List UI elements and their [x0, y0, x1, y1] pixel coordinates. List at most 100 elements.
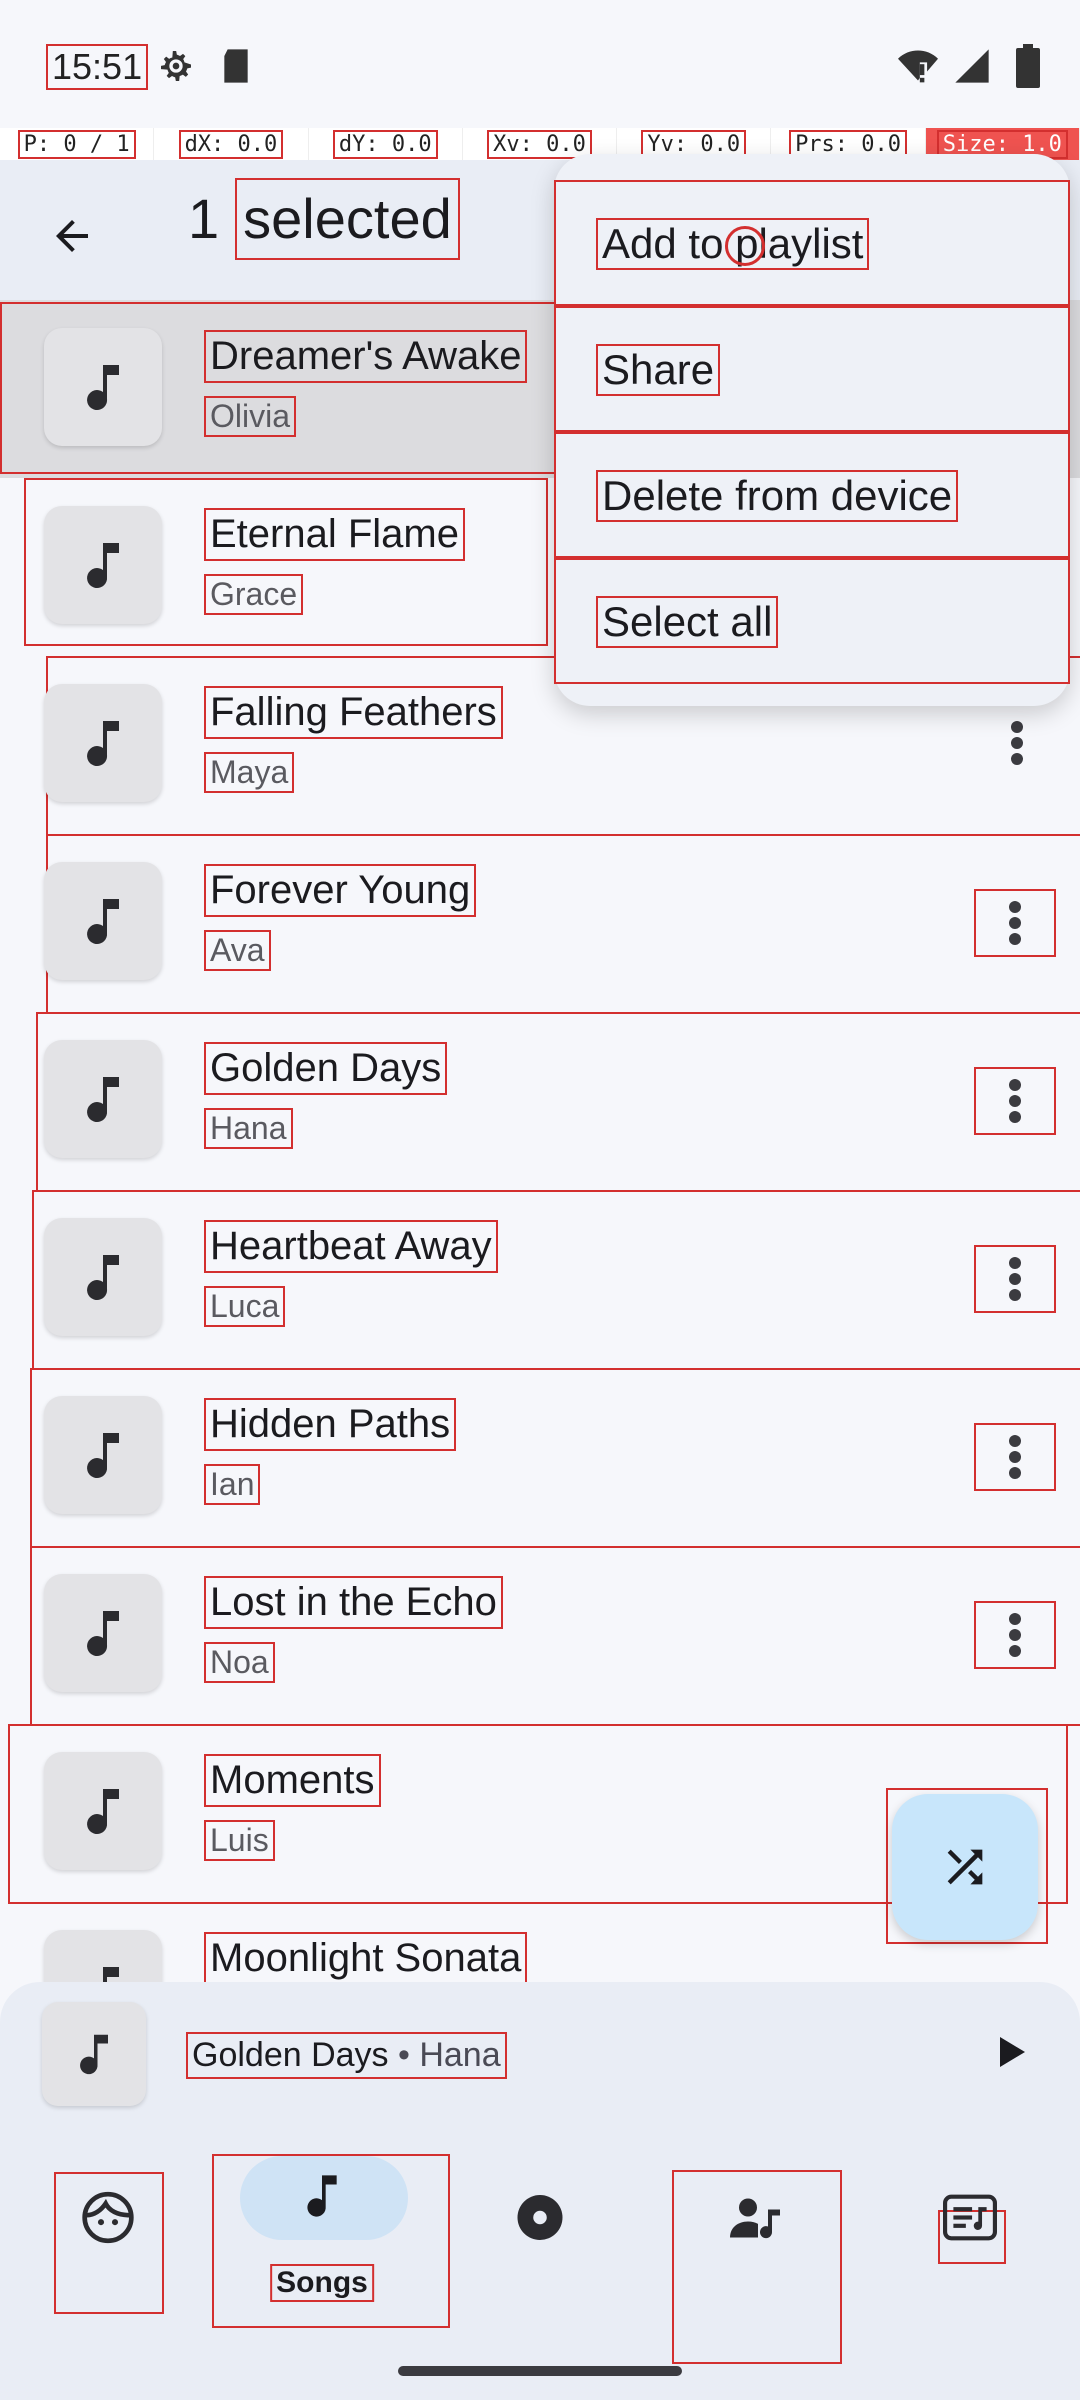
shuffle-icon: [947, 1849, 983, 1885]
music-note-icon: [87, 721, 119, 767]
settings-icon: [156, 46, 196, 91]
music-note-icon: [87, 1789, 119, 1835]
selection-count: 1: [188, 187, 220, 250]
now-playing-artist: Hana: [419, 2036, 501, 2074]
menu-item-label: Delete from device: [596, 470, 959, 522]
song-row-3[interactable]: Forever Young Ava: [0, 834, 1080, 1014]
song-thumbnail: [44, 1752, 162, 1870]
song-title: Golden Days: [204, 1042, 448, 1095]
music-note-icon: [80, 2034, 108, 2075]
song-more-button[interactable]: [974, 1601, 1056, 1669]
gesture-handle[interactable]: [398, 2366, 682, 2376]
song-thumbnail: [44, 684, 162, 802]
nav-item-albums[interactable]: [440, 2158, 640, 2308]
song-artist: Luca: [204, 1286, 286, 1327]
song-title: Heartbeat Away: [204, 1220, 498, 1273]
now-playing-thumbnail: [42, 2002, 146, 2106]
song-row-6[interactable]: Hidden Paths Ian: [0, 1368, 1080, 1548]
now-playing-separator: •: [388, 2036, 420, 2074]
status-time: 15:51: [46, 44, 149, 90]
song-more-button[interactable]: [974, 1067, 1056, 1135]
more-vert-icon: [1009, 1435, 1021, 1479]
nav-label-songs: Songs: [270, 2264, 374, 2302]
playlist-icon: [943, 2194, 997, 2247]
play-button[interactable]: [980, 2022, 1040, 2082]
more-vert-icon: [1009, 901, 1021, 945]
battery-icon: [1016, 44, 1040, 93]
menu-item-label: Select all: [596, 596, 779, 648]
song-thumbnail: [44, 862, 162, 980]
nav-item-for-you[interactable]: [8, 2158, 208, 2308]
song-artist: Noa: [204, 1642, 275, 1683]
music-note-icon: [87, 899, 119, 945]
music-note-icon: [103, 1967, 119, 1982]
play-icon: [1000, 2037, 1025, 2067]
status-bar: 15:51: [0, 0, 1080, 128]
selection-overflow-menu: Add to playlist Share Delete from device…: [554, 154, 1070, 706]
song-artist: Ian: [204, 1464, 261, 1505]
song-row-7[interactable]: Lost in the Echo Noa: [0, 1546, 1080, 1726]
music-note-icon: [87, 543, 119, 589]
wifi-alert-icon: [896, 46, 940, 91]
song-artist: Hana: [204, 1108, 293, 1149]
song-title: Falling Feathers: [204, 686, 503, 739]
sd-card-icon: [218, 46, 254, 91]
music-note-icon: [87, 1433, 119, 1479]
now-playing-title: Golden Days: [192, 2036, 389, 2074]
song-row-4[interactable]: Golden Days Hana: [0, 1012, 1080, 1192]
menu-item-label: Share: [596, 344, 721, 396]
song-title: Lost in the Echo: [204, 1576, 503, 1629]
song-title: Moonlight Sonata: [204, 1932, 528, 1982]
menu-item-select-all[interactable]: Select all: [554, 558, 1070, 684]
face-icon: [80, 2190, 136, 2251]
mini-player[interactable]: Golden Days • Hana: [0, 1982, 1080, 2122]
song-row-5[interactable]: Heartbeat Away Luca: [0, 1190, 1080, 1370]
shuffle-button[interactable]: [892, 1794, 1038, 1940]
song-artist: Luis: [204, 1820, 275, 1861]
song-more-button[interactable]: [978, 711, 1056, 775]
now-playing-text: Golden Days • Hana: [186, 2032, 507, 2079]
back-button[interactable]: [40, 204, 104, 268]
signal-icon: [952, 46, 992, 91]
more-vert-icon: [1009, 1257, 1021, 1301]
more-vert-icon: [1011, 721, 1023, 765]
touch-indicator: [725, 226, 765, 266]
song-thumbnail: [44, 1574, 162, 1692]
pointer-xv: Xv: 0.0: [487, 129, 592, 159]
menu-item-delete-from-device[interactable]: Delete from device: [554, 432, 1070, 558]
song-thumbnail: [44, 1930, 162, 1982]
song-artist: Grace: [204, 574, 304, 615]
song-title: Eternal Flame: [204, 508, 465, 561]
music-note-icon: [300, 2170, 344, 2227]
selection-title: 1 selected: [188, 178, 460, 261]
arrow-back-icon: [56, 220, 88, 252]
music-note-icon: [87, 365, 119, 411]
song-title: Forever Young: [204, 864, 477, 917]
artist-icon: [728, 2193, 784, 2248]
more-vert-icon: [1009, 1613, 1021, 1657]
nav-item-playlists[interactable]: [870, 2158, 1070, 2308]
music-note-icon: [87, 1611, 119, 1657]
menu-item-share[interactable]: Share: [554, 306, 1070, 432]
song-artist: Maya: [204, 752, 295, 793]
song-thumbnail: [44, 1040, 162, 1158]
bottom-navigation: Songs: [0, 2122, 1080, 2400]
song-title: Moments: [204, 1754, 381, 1807]
song-thumbnail: [44, 328, 162, 446]
more-vert-icon: [1009, 1079, 1021, 1123]
pointer-dx: dX: 0.0: [178, 129, 284, 159]
nav-item-songs[interactable]: Songs: [222, 2156, 422, 2308]
music-note-icon: [87, 1077, 119, 1123]
album-icon: [513, 2191, 567, 2250]
nav-item-artists[interactable]: [656, 2158, 856, 2308]
song-artist: Olivia: [204, 396, 297, 437]
song-more-button[interactable]: [974, 889, 1056, 957]
song-more-button[interactable]: [974, 1245, 1056, 1313]
song-more-button[interactable]: [974, 1423, 1056, 1491]
music-note-icon: [87, 1255, 119, 1301]
song-thumbnail: [44, 1218, 162, 1336]
song-title: Hidden Paths: [204, 1398, 457, 1451]
menu-item-add-to-playlist[interactable]: Add to playlist: [554, 180, 1070, 306]
pointer-dy: dY: 0.0: [332, 129, 438, 159]
selection-label: selected: [235, 178, 460, 261]
